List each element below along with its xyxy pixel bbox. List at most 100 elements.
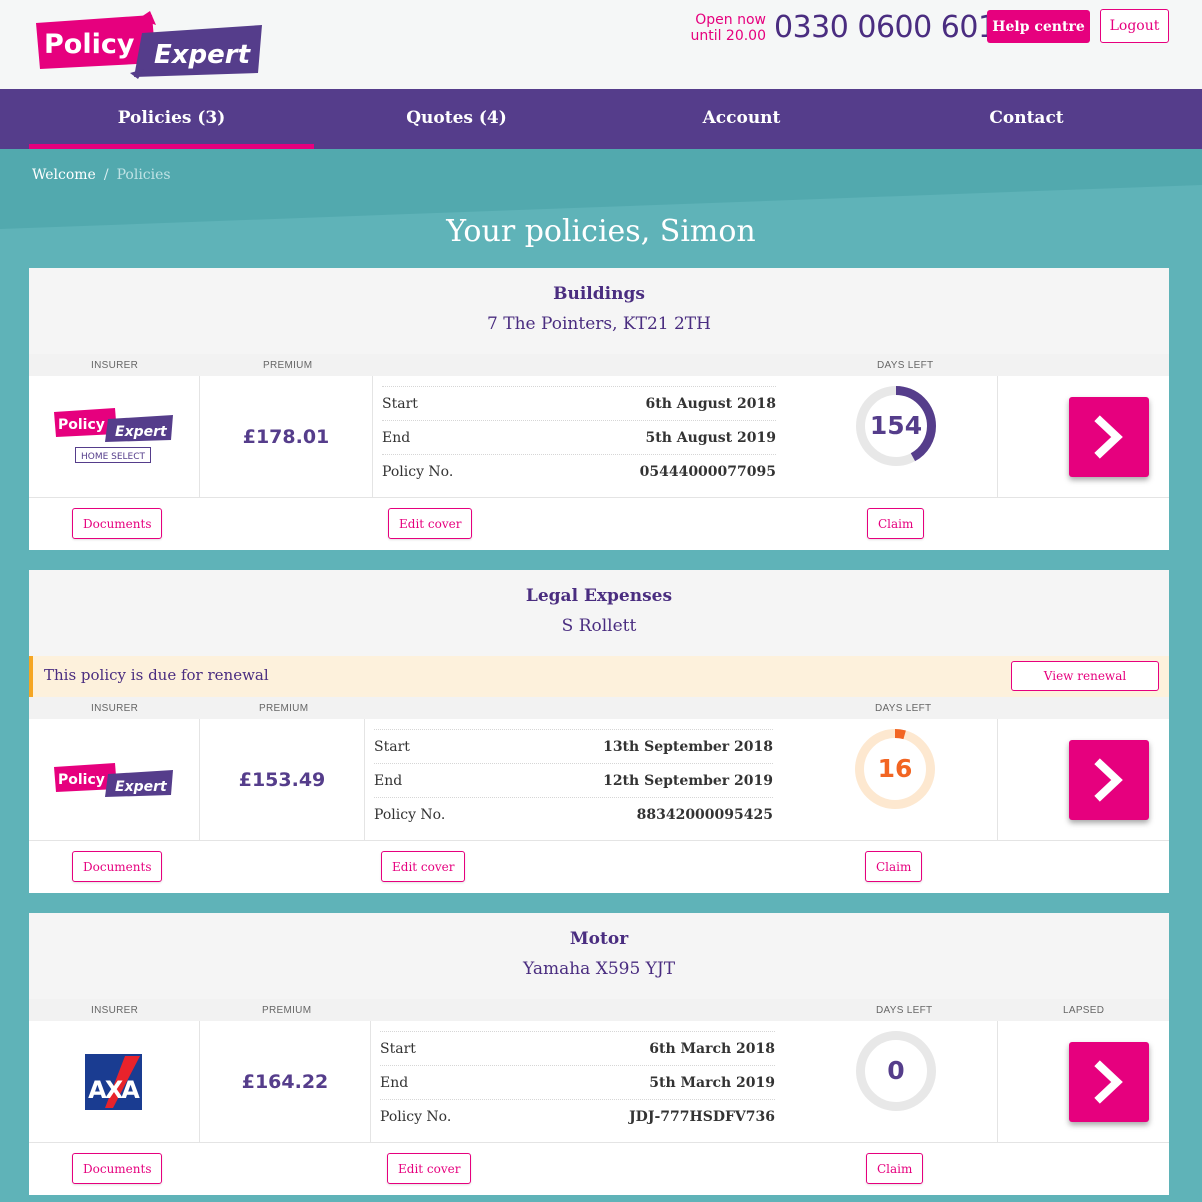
column-labels: Insurer Premium Days left [29, 697, 1169, 719]
policy-actions: Documents Edit cover Claim [29, 498, 1169, 548]
days-left-value: 0 [887, 1056, 905, 1085]
edit-cover-button[interactable]: Edit cover [381, 851, 466, 882]
opening-hours-line2: until 20.00 [690, 28, 766, 44]
policy-number: JDJ-777HSDFV736 [629, 1109, 775, 1125]
axa-logo: AXA [85, 1054, 142, 1110]
action-cell [997, 1021, 1169, 1142]
policy-number: 88342000095425 [636, 807, 773, 823]
documents-button[interactable]: Documents [72, 1153, 163, 1184]
nav-tab-quotes[interactable]: Quotes (4) [314, 89, 599, 149]
nav-tab-policies[interactable]: Policies (3) [29, 89, 314, 149]
policy-subject: S Rollett [561, 616, 637, 636]
opening-hours: Open now until 20.00 [684, 12, 766, 44]
policy-card-header: Buildings 7 The Pointers, KT21 2TH [29, 268, 1169, 354]
claim-button[interactable]: Claim [867, 508, 925, 539]
policy-expert-home-select-logo: Policy Expert HOME SELECT [54, 408, 173, 463]
end-date: 5th August 2019 [645, 430, 776, 446]
breadcrumb: Welcome / Policies [32, 167, 171, 183]
page-title: Your policies, Simon [446, 214, 756, 249]
svg-text:HOME SELECT: HOME SELECT [81, 452, 146, 462]
start-row: Start 6th August 2018 [382, 386, 776, 420]
documents-button[interactable]: Documents [72, 508, 163, 539]
chevron-right-icon [1094, 758, 1123, 802]
nav-tab-account[interactable]: Account [599, 89, 884, 149]
policy-no-row: Policy No. 05444000077095 [382, 454, 776, 488]
column-labels: Insurer Premium Days left [29, 354, 1169, 376]
view-policy-button[interactable] [1069, 1042, 1149, 1122]
claim-button[interactable]: Claim [866, 1153, 924, 1184]
svg-text:AXA: AXA [88, 1076, 140, 1104]
svg-text:Policy: Policy [44, 29, 135, 60]
nav-tab-contact[interactable]: Contact [884, 89, 1169, 149]
days-left-label: Days left [877, 360, 934, 371]
action-cell [997, 719, 1169, 840]
end-label: End [374, 773, 403, 789]
policy-type: Buildings [553, 284, 645, 304]
policy-details-row: Policy Expert £153.49 Start 13th Septembe… [29, 719, 1169, 841]
policy-no-label: Policy No. [374, 807, 446, 823]
chevron-right-icon [1094, 415, 1123, 459]
help-centre-button[interactable]: Help centre [987, 10, 1090, 43]
premium-value: £178.01 [200, 376, 373, 497]
start-label: Start [382, 396, 418, 412]
breadcrumb-separator: / [103, 167, 109, 183]
chevron-right-icon [1094, 1060, 1123, 1104]
phone-number[interactable]: 0330 0600 601 [774, 10, 997, 46]
policy-details: Start 13th September 2018 End 12th Septemb… [374, 729, 773, 831]
policy-details: Start 6th August 2018 End 5th August 2019 … [382, 386, 776, 488]
policy-card-header: Motor Yamaha X595 YJT [29, 913, 1169, 999]
policy-details-row: AXA £164.22 Start 6th March 2018 End 5th M… [29, 1021, 1169, 1143]
policy-details: Start 6th March 2018 End 5th March 2019 Po… [380, 1031, 775, 1133]
main-nav: Policies (3) Quotes (4) Account Contact [0, 89, 1202, 149]
view-policy-button[interactable] [1069, 397, 1149, 477]
end-date: 5th March 2019 [649, 1075, 775, 1091]
policy-actions: Documents Edit cover Claim [29, 1143, 1169, 1193]
policy-no-row: Policy No. 88342000095425 [374, 797, 773, 831]
insurer-cell: Policy Expert [29, 719, 200, 840]
end-row: End 5th March 2019 [380, 1065, 775, 1099]
premium-value: £164.22 [200, 1021, 371, 1142]
top-bar: Policy Expert Open now until 20.00 0330 … [0, 0, 1202, 89]
start-date: 6th March 2018 [649, 1041, 775, 1057]
edit-cover-button[interactable]: Edit cover [388, 508, 473, 539]
insurer-cell: AXA [29, 1021, 200, 1142]
days-left-donut: 0 [854, 1029, 938, 1113]
policy-card-motor: Motor Yamaha X595 YJT Insurer Premium Da… [29, 913, 1169, 1195]
view-renewal-button[interactable]: View renewal [1011, 661, 1159, 691]
insurer-label: Insurer [91, 1005, 139, 1016]
policy-details-row: Policy Expert HOME SELECT £178.01 Start 6… [29, 376, 1169, 498]
renewal-banner: This policy is due for renewal View rene… [29, 656, 1169, 697]
days-left-donut: 154 [854, 384, 938, 468]
policy-type: Motor [569, 929, 629, 949]
svg-text:Expert: Expert [115, 779, 168, 795]
start-date: 6th August 2018 [645, 396, 776, 412]
documents-button[interactable]: Documents [72, 851, 163, 882]
column-labels: Insurer Premium Days left Lapsed [29, 999, 1169, 1021]
policy-actions: Documents Edit cover Claim [29, 841, 1169, 891]
edit-cover-button[interactable]: Edit cover [387, 1153, 472, 1184]
policy-card-legal-expenses: Legal Expenses S Rollett This policy is … [29, 570, 1169, 893]
logout-button[interactable]: Logout [1100, 9, 1169, 43]
view-policy-button[interactable] [1069, 740, 1149, 820]
action-cell [997, 376, 1169, 497]
opening-hours-line1: Open now [695, 12, 766, 28]
insurer-label: Insurer [91, 703, 139, 714]
start-date: 13th September 2018 [603, 739, 773, 755]
breadcrumb-current: Policies [116, 167, 171, 183]
start-row: Start 6th March 2018 [380, 1031, 775, 1065]
days-left-donut: 16 [853, 727, 937, 811]
end-date: 12th September 2019 [603, 773, 773, 789]
svg-text:Expert: Expert [115, 424, 168, 440]
policy-expert-logo[interactable]: Policy Expert [34, 11, 266, 79]
premium-label: Premium [263, 360, 313, 371]
premium-label: Premium [259, 703, 309, 714]
breadcrumb-welcome[interactable]: Welcome [32, 167, 96, 183]
svg-text:Policy: Policy [58, 772, 105, 788]
svg-text:Policy: Policy [58, 417, 105, 433]
policy-number: 05444000077095 [639, 464, 776, 480]
policy-expert-logo-small: Policy Expert [54, 763, 173, 797]
policy-subject: Yamaha X595 YJT [522, 959, 676, 979]
end-row: End 12th September 2019 [374, 763, 773, 797]
days-left-value: 16 [877, 754, 913, 783]
claim-button[interactable]: Claim [865, 851, 923, 882]
